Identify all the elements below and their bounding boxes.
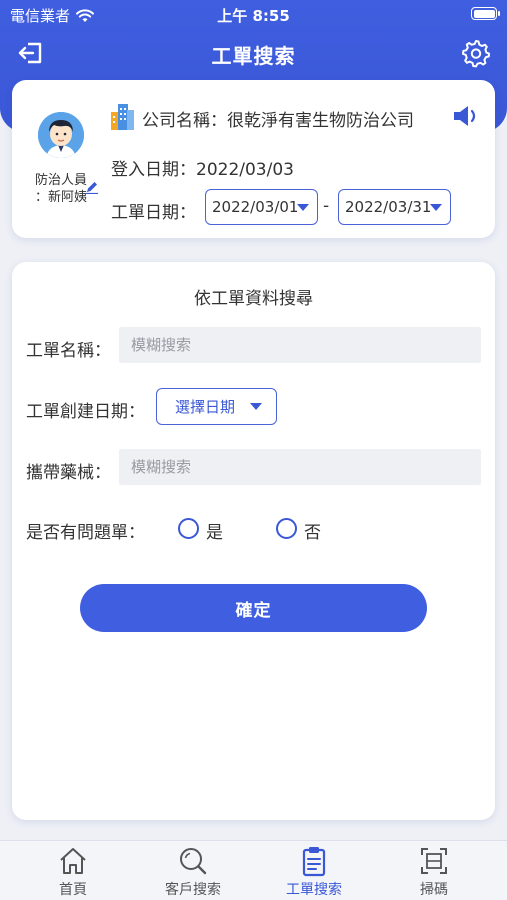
tab-scan[interactable]: 掃碼 [379,841,489,900]
company-name: 很乾淨有害生物防治公司 [227,111,414,131]
tab-home[interactable]: 首頁 [18,841,128,900]
page-title: 工單搜索 [211,44,296,68]
date-end-value: 2022/03/31 [345,198,432,216]
user-info-card: 防治人員 ：新阿姨 公司名稱：很乾淨有害生物防治公司 登入日期：2022/03/… [12,80,495,238]
nav-bar: 工單搜索 [0,30,507,74]
equipment-label: 攜帶藥械： [26,463,111,483]
confirm-button[interactable]: 確定 [80,584,427,632]
login-date-label: 登入日期： [111,160,196,180]
work-order-date-label: 工單日期： [111,203,196,223]
caret-down-icon [250,403,262,410]
battery-icon [471,7,500,20]
equipment-input[interactable] [119,449,481,485]
radio-yes-label: 是 [206,523,223,543]
company-label: 公司名稱： [142,111,227,131]
tab-work-order-search-label: 工單搜索 [286,882,342,898]
avatar [38,112,84,158]
status-bar: 電信業者 上午 8:55 [0,0,507,28]
radio-yes[interactable] [178,518,199,539]
login-date-value: 2022/03/03 [196,160,294,180]
tab-home-label: 首頁 [59,882,87,898]
created-date-label: 工單創建日期： [26,402,145,422]
edit-icon[interactable] [85,180,99,194]
building-icon [111,104,134,130]
scan-icon [421,848,447,874]
company-line: 公司名稱：很乾淨有害生物防治公司 [142,106,414,131]
search-form-card: 依工單資料搜尋 工單名稱： 工單創建日期： 選擇日期 攜帶藥械： 是否有問題單：… [12,262,495,820]
caret-down-icon [297,204,309,211]
clipboard-icon [302,847,326,877]
person-avatar-icon [38,112,84,158]
status-time: 上午 8:55 [217,7,290,25]
work-order-name-input[interactable] [119,327,481,363]
home-icon [60,848,86,874]
date-start-value: 2022/03/01 [212,198,299,216]
work-order-name-label: 工單名稱： [26,341,111,361]
tab-work-order-search[interactable]: 工單搜索 [259,841,369,900]
search-icon [180,848,207,875]
date-range-separator: - [323,196,330,216]
caret-down-icon [430,204,442,211]
search-form-title: 依工單資料搜尋 [194,289,313,309]
tab-bar: 首頁 客戶搜索 工單搜索 掃碼 [0,840,507,900]
gear-icon[interactable] [461,38,491,68]
tab-customer-search[interactable]: 客戶搜索 [138,841,248,900]
login-date-line: 登入日期：2022/03/03 [111,155,294,180]
problem-ticket-label: 是否有問題單： [26,523,145,543]
speaker-icon[interactable] [452,104,482,128]
tab-customer-search-label: 客戶搜索 [165,882,221,898]
tab-scan-label: 掃碼 [420,882,448,898]
date-end-select[interactable]: 2022/03/31 [338,189,451,225]
date-start-select[interactable]: 2022/03/01 [205,189,318,225]
radio-no[interactable] [276,518,297,539]
select-date-label: 選擇日期 [175,398,236,416]
select-date-button[interactable]: 選擇日期 [156,388,277,425]
radio-no-label: 否 [304,523,321,543]
